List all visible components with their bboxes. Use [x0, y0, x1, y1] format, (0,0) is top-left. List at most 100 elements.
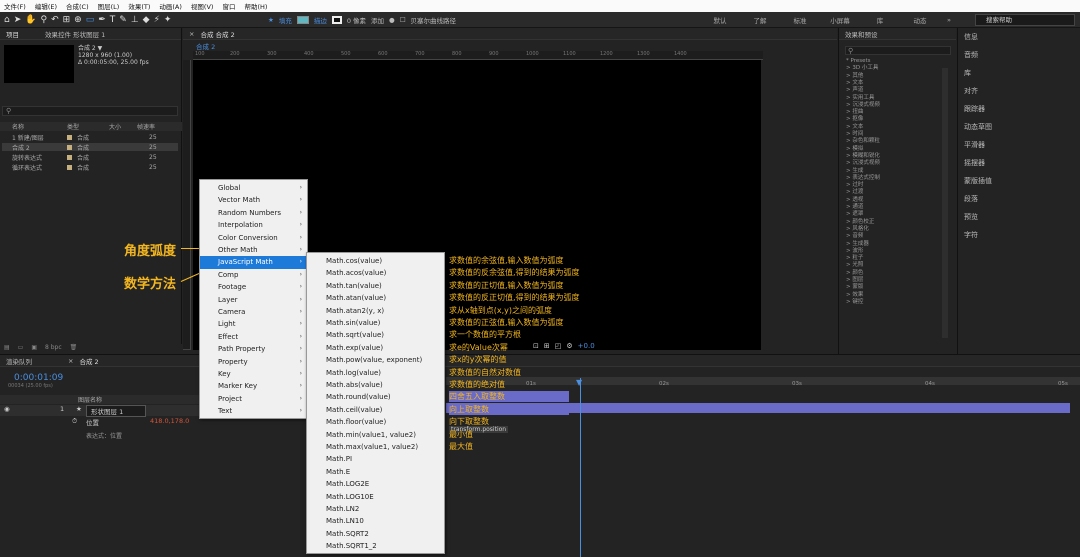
effects-category[interactable]: > 模糊和锐化: [846, 153, 880, 160]
interpret-footage-icon[interactable]: ▤: [4, 344, 10, 351]
menu-item[interactable]: Random Numbers ›: [200, 207, 308, 219]
menu-layer[interactable]: 图层(L): [98, 1, 120, 11]
workspace-standard[interactable]: 标准: [780, 15, 820, 25]
col-layer-name[interactable]: 图层名称: [78, 395, 102, 404]
menu-item[interactable]: Math.ceil(value): [307, 404, 445, 416]
zoom-tool-icon[interactable]: ⚲: [40, 15, 47, 25]
brush-tool-icon[interactable]: ✎: [119, 15, 127, 25]
menu-item[interactable]: Math.LN2: [307, 503, 445, 515]
effects-category[interactable]: * Presets: [846, 58, 871, 65]
bezier-checkbox[interactable]: ☐: [400, 16, 406, 24]
right-panel-item[interactable]: 段落: [964, 190, 978, 208]
right-panel-item[interactable]: 蒙版插值: [964, 172, 992, 190]
menu-item[interactable]: Math.LOG10E: [307, 491, 445, 503]
menu-item[interactable]: Math.tan(value): [307, 280, 445, 292]
menu-item[interactable]: Color Conversion ›: [200, 232, 308, 244]
effects-category[interactable]: > 生成: [846, 168, 863, 175]
transparency-grid-icon[interactable]: ⊞: [544, 342, 550, 350]
fill-label[interactable]: 填充: [279, 15, 292, 25]
close-icon[interactable]: ×: [189, 30, 194, 38]
effects-category[interactable]: > 表达式控制: [846, 175, 880, 182]
clone-stamp-icon[interactable]: ⊥: [131, 15, 139, 25]
menu-item[interactable]: Math.LN10: [307, 515, 445, 527]
col-type[interactable]: 类型: [67, 122, 109, 131]
eye-icon[interactable]: ◉: [4, 405, 10, 413]
menu-item[interactable]: Math.cos(value): [307, 255, 445, 267]
menu-item[interactable]: Marker Key ›: [200, 380, 308, 392]
tab-composition[interactable]: 合成 合成 2: [200, 29, 234, 39]
menu-item[interactable]: Math.round(value): [307, 391, 445, 403]
tab-effect-controls[interactable]: 效果控件 形状图层 1: [45, 29, 105, 39]
menu-effect[interactable]: 效果(T): [128, 1, 150, 11]
menu-item[interactable]: Project ›: [200, 393, 308, 405]
eraser-tool-icon[interactable]: ◆: [143, 15, 150, 25]
home-icon[interactable]: ⌂: [4, 15, 10, 25]
effects-category[interactable]: > 3D 小工具: [846, 65, 878, 72]
right-panel-item[interactable]: 跟踪器: [964, 100, 985, 118]
new-comp-icon[interactable]: ▣: [31, 344, 37, 351]
effects-category[interactable]: > 实用工具: [846, 95, 874, 102]
menu-item[interactable]: Math.floor(value): [307, 416, 445, 428]
new-folder-icon[interactable]: ▭: [18, 344, 24, 351]
menu-item[interactable]: Layer ›: [200, 294, 308, 306]
trash-icon[interactable]: 🗑: [70, 344, 78, 351]
tab-render-queue[interactable]: 渲染队列: [6, 356, 32, 366]
type-tool-icon[interactable]: T: [110, 15, 116, 25]
effects-category[interactable]: > 文本: [846, 124, 863, 131]
menu-item[interactable]: Math.acos(value): [307, 267, 445, 279]
effects-scrollbar[interactable]: [942, 68, 948, 338]
stopwatch-icon[interactable]: ⏱: [72, 417, 77, 426]
effects-category[interactable]: > 风格化: [846, 226, 869, 233]
menu-window[interactable]: 窗口: [222, 1, 235, 11]
menu-item[interactable]: Math.atan(value): [307, 292, 445, 304]
effects-category[interactable]: > 透视: [846, 197, 863, 204]
region-icon[interactable]: ⊡: [533, 342, 539, 350]
effects-category[interactable]: > 颜色校正: [846, 219, 874, 226]
menu-item[interactable]: Other Math ›: [200, 244, 308, 256]
tab-comp[interactable]: 合成 2: [79, 356, 98, 366]
menu-item[interactable]: Camera ›: [200, 306, 308, 318]
effects-category[interactable]: > 模拟: [846, 146, 863, 153]
effects-category[interactable]: > 抠像: [846, 116, 863, 123]
col-name[interactable]: 名称: [0, 122, 67, 131]
add-label[interactable]: 添加: [371, 15, 384, 25]
layer-name[interactable]: 形状图层 1: [86, 405, 146, 417]
effects-category[interactable]: > 光照: [846, 262, 863, 269]
search-help-input[interactable]: 搜索帮助: [975, 14, 1075, 26]
menu-item[interactable]: Math.pow(value, exponent): [307, 354, 445, 366]
menu-item[interactable]: Math.LOG2E: [307, 478, 445, 490]
playhead[interactable]: [580, 378, 581, 557]
stroke-swatch[interactable]: [331, 16, 342, 24]
menu-item[interactable]: Math.E: [307, 466, 445, 478]
effects-category[interactable]: > 波形: [846, 248, 863, 255]
more-workspaces-icon[interactable]: »: [940, 16, 958, 24]
effects-category[interactable]: > 遮罩: [846, 211, 863, 218]
menu-view[interactable]: 视图(V): [191, 1, 214, 11]
project-row[interactable]: 1 新建/图层 合成 25: [2, 133, 178, 142]
effects-category[interactable]: > 蒙版: [846, 284, 863, 291]
effects-category[interactable]: > 时间: [846, 131, 863, 138]
menu-item[interactable]: Light ›: [200, 318, 308, 330]
add-circle-icon[interactable]: ●: [389, 16, 395, 24]
right-panel-item[interactable]: 音频: [964, 46, 978, 64]
menu-edit[interactable]: 编辑(E): [35, 1, 57, 11]
menu-item[interactable]: Footage ›: [200, 281, 308, 293]
project-search-input[interactable]: ⚲: [2, 106, 178, 116]
workspace-small[interactable]: 小屏幕: [820, 15, 860, 25]
right-panel-item[interactable]: 库: [964, 64, 971, 82]
menu-item[interactable]: Math.exp(value): [307, 342, 445, 354]
effects-category[interactable]: > 声道: [846, 87, 863, 94]
right-panel-item[interactable]: 动态草图: [964, 118, 992, 136]
right-panel-item[interactable]: 摇摆器: [964, 154, 985, 172]
project-row[interactable]: 旋转表达式 合成 25: [2, 153, 178, 162]
menu-item[interactable]: Math.max(value1, value2): [307, 441, 445, 453]
effects-category[interactable]: > 图层: [846, 277, 863, 284]
tab-project[interactable]: 项目: [6, 29, 19, 39]
selection-tool-icon[interactable]: ➤: [14, 15, 22, 25]
effects-category[interactable]: > 杂色和颗粒: [846, 138, 880, 145]
effects-category[interactable]: > 键控: [846, 299, 863, 306]
effects-category[interactable]: > 沉浸式视频: [846, 102, 880, 109]
menu-item[interactable]: Effect ›: [200, 331, 308, 343]
menu-item[interactable]: Math.PI: [307, 453, 445, 465]
menu-item[interactable]: Vector Math ›: [200, 194, 308, 206]
